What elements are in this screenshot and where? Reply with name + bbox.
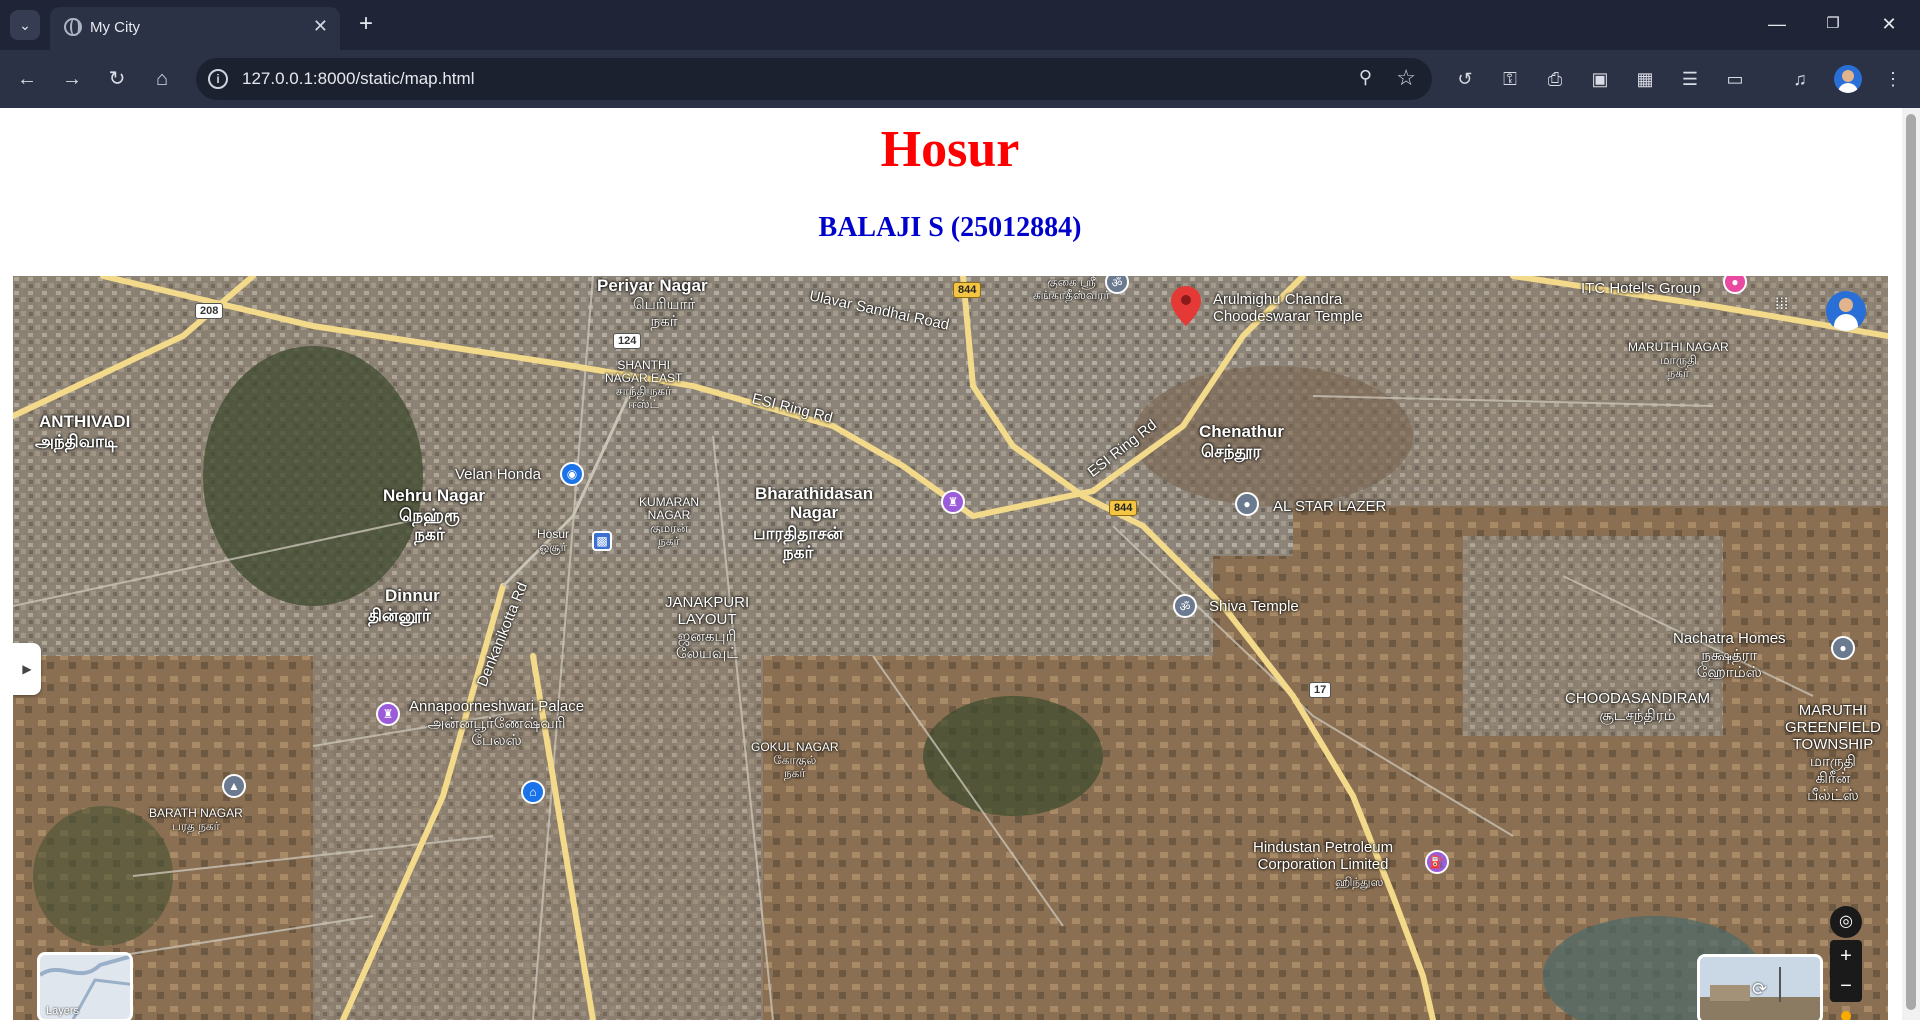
label-nehru-nagar-ta: நெஹ்ரூ நகர்: [399, 506, 460, 544]
back-button[interactable]: ←: [12, 64, 42, 94]
road-shield-124: 124: [613, 333, 642, 349]
close-tab-icon[interactable]: ✕: [313, 16, 328, 37]
label-chenathur: Chenathur: [1199, 422, 1284, 441]
qr-code-icon[interactable]: ▦: [1632, 66, 1658, 92]
page-title: Hosur: [880, 121, 1020, 178]
label-bharathidasan-nagar: Bharathidasan Nagar: [755, 484, 874, 522]
label-shanthi-nagar-east: SHANTHI NAGAR EAST சாந்தி நகர் ஈஸ்ட்: [605, 358, 683, 411]
browser-tab-bar: ⌄ My City ✕ + — ❐ ✕: [0, 0, 1920, 50]
reload-button[interactable]: ↻: [102, 64, 132, 94]
label-maruthi-greenfield: MARUTHI GREENFIELD TOWNSHIP மாருதி கிரீன…: [1785, 702, 1881, 804]
globe-icon: [64, 18, 82, 36]
label-hindustan-petroleum: Hindustan Petroleum Corporation Limited: [1253, 839, 1394, 873]
label-al-star-lazer: AL STAR LAZER: [1273, 498, 1387, 515]
minimize-window-button[interactable]: —: [1762, 10, 1792, 38]
zoom-icon[interactable]: ⚲: [1359, 67, 1372, 88]
layers-button[interactable]: Layers: [37, 952, 133, 1020]
home-button[interactable]: ⌂: [147, 64, 177, 94]
more-menu-icon[interactable]: ⋮: [1880, 66, 1906, 92]
map-imagery: [13, 276, 1888, 1020]
label-arulmighu-temple: Arulmighu Chandra Choodeswarar Temple: [1213, 291, 1363, 325]
history-icon[interactable]: ↺: [1452, 66, 1478, 92]
zoom-out-button[interactable]: −: [1830, 970, 1862, 1002]
label-shiva-temple: Shiva Temple: [1209, 598, 1299, 615]
new-tab-button[interactable]: +: [352, 10, 380, 38]
label-dinnur-ta: தின்னூர்: [368, 606, 431, 625]
road-shield-844-mid: 844: [1109, 500, 1138, 516]
layers-label: Layers: [46, 1005, 80, 1017]
road-shield-844-top: 844: [953, 282, 982, 298]
media-controls-icon[interactable]: ♫: [1787, 66, 1813, 92]
url-text[interactable]: 127.0.0.1:8000/static/map.html: [242, 69, 474, 89]
forward-button[interactable]: →: [57, 64, 87, 94]
label-periyar-nagar-ta: பெரியார் நகர்: [633, 296, 696, 330]
shopping-bag-icon[interactable]: ◉: [560, 462, 584, 486]
label-janakpuri-layout: JANAKPURI LAYOUT ஜனகபுரி லேயவுட்: [665, 594, 750, 662]
apps-grid-icon[interactable]: ⁞⁞⁞: [1775, 296, 1793, 314]
place-marker-icon[interactable]: ●: [1235, 492, 1259, 516]
train-icon[interactable]: ▩: [592, 531, 612, 551]
label-anthivadi-ta: அந்திவாடி: [35, 432, 118, 451]
label-hosur-station: Hosur ஓசூர்: [537, 527, 570, 554]
label-gokul-nagar: GOKUL NAGAR கோகுல் நகர்: [751, 740, 839, 780]
school-icon[interactable]: ▲: [222, 774, 246, 798]
label-nehru-nagar: Nehru Nagar: [383, 486, 486, 505]
castle-icon[interactable]: ♜: [376, 702, 400, 726]
translate-icon[interactable]: ☰: [1677, 66, 1703, 92]
label-choodasandiram: CHOODASANDIRAM சூடசந்திரம்: [1565, 690, 1711, 724]
my-location-button[interactable]: ◎: [1830, 906, 1862, 938]
label-kumaran-nagar: KUMARAN NAGAR குமரன் நகர்: [639, 495, 700, 548]
cast-devices-icon[interactable]: ▭: [1722, 66, 1748, 92]
profile-avatar[interactable]: [1834, 65, 1862, 93]
print-icon[interactable]: ⎙: [1542, 66, 1568, 92]
label-bharathidasan-nagar-ta: பாரதிதாசன் நகர்: [753, 524, 844, 562]
label-velan-honda: Velan Honda: [455, 466, 541, 483]
tab-title: My City: [90, 19, 140, 36]
page-scrollbar[interactable]: [1902, 108, 1920, 1020]
label-maruthi-nagar: MARUTHI NAGAR மாருதி நகர்: [1628, 340, 1729, 380]
browser-toolbar: ← → ↻ ⌂ i 127.0.0.1:8000/static/map.html…: [0, 50, 1920, 108]
restore-window-button[interactable]: ❐: [1818, 10, 1848, 38]
label-dinnur: Dinnur: [385, 586, 440, 605]
pegman-icon[interactable]: [1841, 1011, 1851, 1020]
label-chenathur-ta: செந்தூர: [1201, 442, 1262, 461]
expand-side-panel-button[interactable]: ▶: [13, 643, 41, 695]
label-itc-hotels: ITC Hotel's Group: [1581, 280, 1701, 297]
bookmark-star-icon[interactable]: ☆: [1396, 65, 1416, 91]
address-bar[interactable]: i 127.0.0.1:8000/static/map.html ⚲ ☆: [196, 58, 1432, 100]
om-icon[interactable]: ॐ: [1173, 594, 1197, 618]
password-key-icon[interactable]: ⚿: [1497, 66, 1523, 92]
label-periyar-nagar: Periyar Nagar: [597, 276, 708, 295]
home-icon[interactable]: ⌂: [521, 780, 545, 804]
site-info-icon[interactable]: i: [208, 69, 228, 89]
label-temple-tamil: குகை ஸ்ரீ கங்காதீஸ்வரர்: [1033, 276, 1110, 302]
screenshot-icon[interactable]: ▣: [1587, 66, 1613, 92]
castle-icon[interactable]: ♜: [941, 490, 965, 514]
scrollbar-thumb[interactable]: [1906, 114, 1916, 1010]
fuel-icon[interactable]: ⛽: [1425, 850, 1449, 874]
tab-search-chevron-icon[interactable]: ⌄: [10, 10, 40, 40]
page-subtitle: BALAJI S (25012884): [818, 212, 1082, 243]
place-marker-icon[interactable]: ●: [1831, 636, 1855, 660]
map-profile-avatar[interactable]: [1826, 291, 1866, 331]
label-anthivadi: ANTHIVADI: [39, 412, 131, 431]
rotate-view-icon[interactable]: ⟳: [1752, 979, 1767, 1000]
location-pin-icon[interactable]: [1171, 286, 1201, 326]
label-nachatra-homes: Nachatra Homes நக்ஷத்ரா ஹோம்ஸ்: [1673, 630, 1786, 681]
road-shield-208: 208: [195, 303, 224, 319]
satellite-map[interactable]: 208 124 844 844 17 Periyar Nagar பெரியார…: [13, 276, 1888, 1020]
street-view-preview[interactable]: ⟳: [1697, 954, 1823, 1020]
label-hindustan-petroleum-ta: ஹிந்துஸ: [1335, 875, 1384, 889]
close-window-button[interactable]: ✕: [1874, 10, 1904, 38]
zoom-in-button[interactable]: +: [1830, 940, 1862, 972]
browser-tab[interactable]: My City ✕: [50, 7, 340, 50]
label-barath-nagar: BARATH NAGAR பரத நகர்: [149, 806, 243, 833]
label-annapoorneshwari-palace: Annapoorneshwari Palace அன்னபூர்ணேஷ்வரி …: [409, 698, 585, 749]
road-shield-17: 17: [1309, 682, 1332, 698]
